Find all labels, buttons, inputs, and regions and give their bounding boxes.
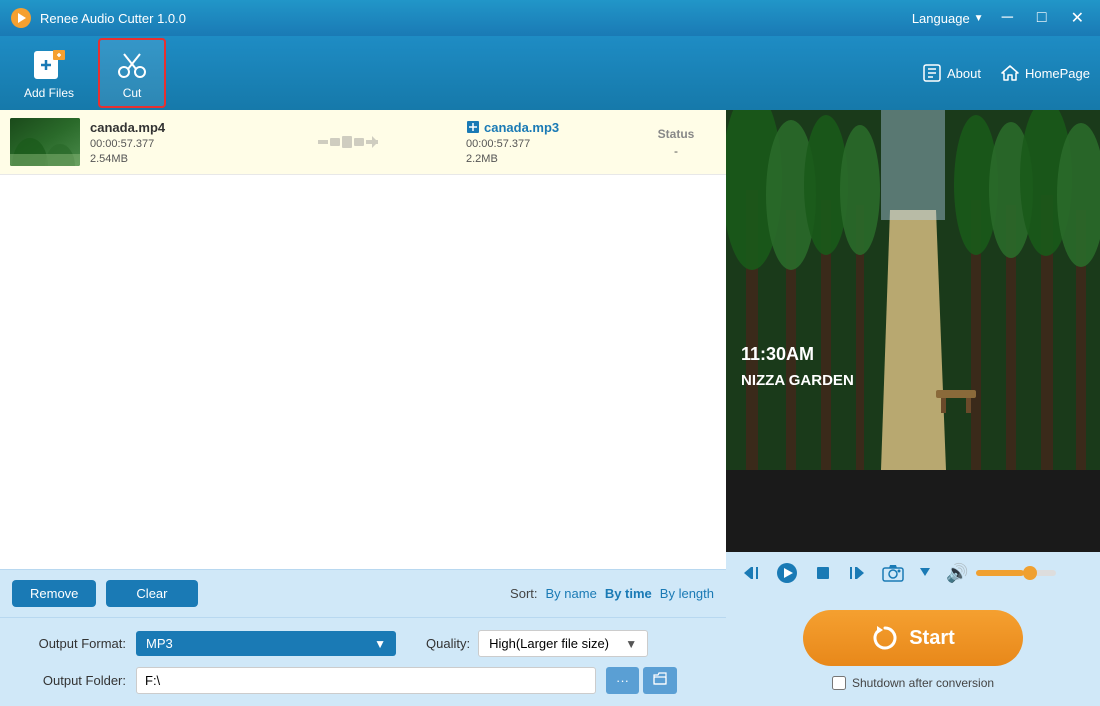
add-files-icon — [31, 46, 67, 82]
stop-button[interactable] — [810, 562, 836, 584]
quality-label: Quality: — [426, 636, 470, 651]
sort-by-length[interactable]: By length — [660, 586, 714, 601]
sort-by-name[interactable]: By name — [546, 586, 597, 601]
format-row: Output Format: MP3 ▼ Quality: High(Large… — [16, 630, 710, 657]
shutdown-row: Shutdown after conversion — [832, 676, 994, 690]
preview-image: 11:30AM NIZZA GARDEN — [726, 110, 1100, 470]
status-value: - — [636, 144, 716, 158]
svg-text:NIZZA GARDEN: NIZZA GARDEN — [741, 372, 854, 389]
add-files-label: Add Files — [24, 86, 74, 100]
file-thumbnail — [10, 118, 80, 166]
skip-back-button[interactable] — [738, 562, 764, 584]
about-icon — [923, 64, 941, 82]
home-icon — [1001, 64, 1019, 82]
quality-dropdown-arrow: ▼ — [625, 637, 637, 651]
video-preview: 11:30AM NIZZA GARDEN — [726, 110, 1100, 552]
thumbnail-image — [10, 118, 80, 166]
clear-button[interactable]: Clear — [106, 580, 197, 607]
folder-input[interactable] — [136, 667, 596, 694]
app-title: Renee Audio Cutter 1.0.0 — [40, 11, 912, 26]
format-dropdown-arrow: ▼ — [374, 637, 386, 651]
toolbar: Add Files Cut About HomePage — [0, 36, 1100, 110]
camera-icon — [882, 564, 904, 582]
window-controls: Language ▼ ─ □ ✕ — [912, 6, 1090, 30]
output-filename: canada.mp3 — [466, 120, 626, 135]
toolbar-right: About HomePage — [923, 64, 1090, 82]
input-duration: 00:00:57.377 — [90, 138, 230, 150]
convert-arrow — [318, 130, 378, 154]
homepage-button[interactable]: HomePage — [1001, 64, 1090, 82]
left-panel: canada.mp4 00:00:57.377 2.54MB — [0, 110, 726, 706]
lang-dropdown-icon: ▼ — [974, 13, 984, 24]
status-area: Status - — [636, 127, 716, 158]
folder-row: Output Folder: ··· — [16, 667, 710, 694]
start-button[interactable]: Start — [803, 610, 1023, 666]
svg-text:11:30AM: 11:30AM — [741, 344, 814, 364]
shutdown-label: Shutdown after conversion — [852, 676, 994, 690]
input-filename: canada.mp4 — [90, 120, 230, 135]
volume-fill — [976, 570, 1024, 576]
close-button[interactable]: ✕ — [1065, 6, 1090, 30]
open-folder-button[interactable] — [643, 667, 677, 694]
app-logo — [10, 7, 32, 29]
main-area: canada.mp4 00:00:57.377 2.54MB — [0, 110, 1100, 706]
language-selector[interactable]: Language ▼ — [912, 11, 984, 26]
quality-dropdown[interactable]: High(Larger file size) ▼ — [478, 630, 648, 657]
status-label: Status — [636, 127, 716, 141]
quality-area: Quality: High(Larger file size) ▼ — [426, 630, 648, 657]
skip-forward-button[interactable] — [844, 562, 870, 584]
volume-slider[interactable] — [976, 570, 1056, 576]
remove-button[interactable]: Remove — [12, 580, 96, 607]
format-label: Output Format: — [16, 636, 126, 651]
volume-icon: 🔊 — [946, 563, 968, 584]
arrow-area — [240, 130, 456, 154]
player-controls: 🔊 — [726, 552, 1100, 594]
volume-thumb — [1023, 566, 1037, 580]
input-file-info: canada.mp4 00:00:57.377 2.54MB — [90, 120, 230, 165]
minimize-button[interactable]: ─ — [996, 7, 1019, 29]
maximize-button[interactable]: □ — [1031, 7, 1053, 29]
bottom-controls: Remove Clear Sort: By name By time By le… — [0, 569, 726, 617]
titlebar: Renee Audio Cutter 1.0.0 Language ▼ ─ □ … — [0, 0, 1100, 36]
sort-by-time[interactable]: By time — [605, 586, 652, 601]
input-size: 2.54MB — [90, 153, 230, 165]
output-duration: 00:00:57.377 — [466, 138, 626, 150]
right-panel: 11:30AM NIZZA GARDEN — [726, 110, 1100, 706]
sort-label: Sort: — [510, 586, 537, 601]
screenshot-button[interactable] — [878, 562, 908, 584]
output-settings: Output Format: MP3 ▼ Quality: High(Large… — [0, 617, 726, 706]
shutdown-checkbox[interactable] — [832, 676, 846, 690]
start-icon — [871, 624, 899, 652]
cut-button[interactable]: Cut — [98, 38, 166, 108]
start-area: Start Shutdown after conversion — [726, 594, 1100, 706]
folder-label: Output Folder: — [16, 673, 126, 688]
stop-icon — [814, 564, 832, 582]
camera-dropdown-arrow — [920, 568, 930, 578]
sort-area: Sort: By name By time By length — [510, 586, 714, 601]
output-size: 2.2MB — [466, 153, 626, 165]
folder-icon — [653, 672, 667, 686]
add-files-button[interactable]: Add Files — [10, 40, 88, 106]
table-row: canada.mp4 00:00:57.377 2.54MB — [0, 110, 726, 175]
format-dropdown[interactable]: MP3 ▼ — [136, 631, 396, 656]
camera-dropdown[interactable] — [920, 566, 930, 581]
play-icon — [776, 562, 798, 584]
about-button[interactable]: About — [923, 64, 981, 82]
skip-forward-icon — [848, 564, 866, 582]
output-file-info: canada.mp3 00:00:57.377 2.2MB — [466, 120, 626, 165]
browse-folder-button[interactable]: ··· — [606, 667, 639, 694]
play-button[interactable] — [772, 560, 802, 586]
folder-buttons: ··· — [606, 667, 677, 694]
skip-back-icon — [742, 564, 760, 582]
file-list: canada.mp4 00:00:57.377 2.54MB — [0, 110, 726, 569]
scissors-icon — [114, 46, 150, 82]
cut-label: Cut — [123, 86, 142, 100]
edit-icon — [466, 120, 480, 134]
